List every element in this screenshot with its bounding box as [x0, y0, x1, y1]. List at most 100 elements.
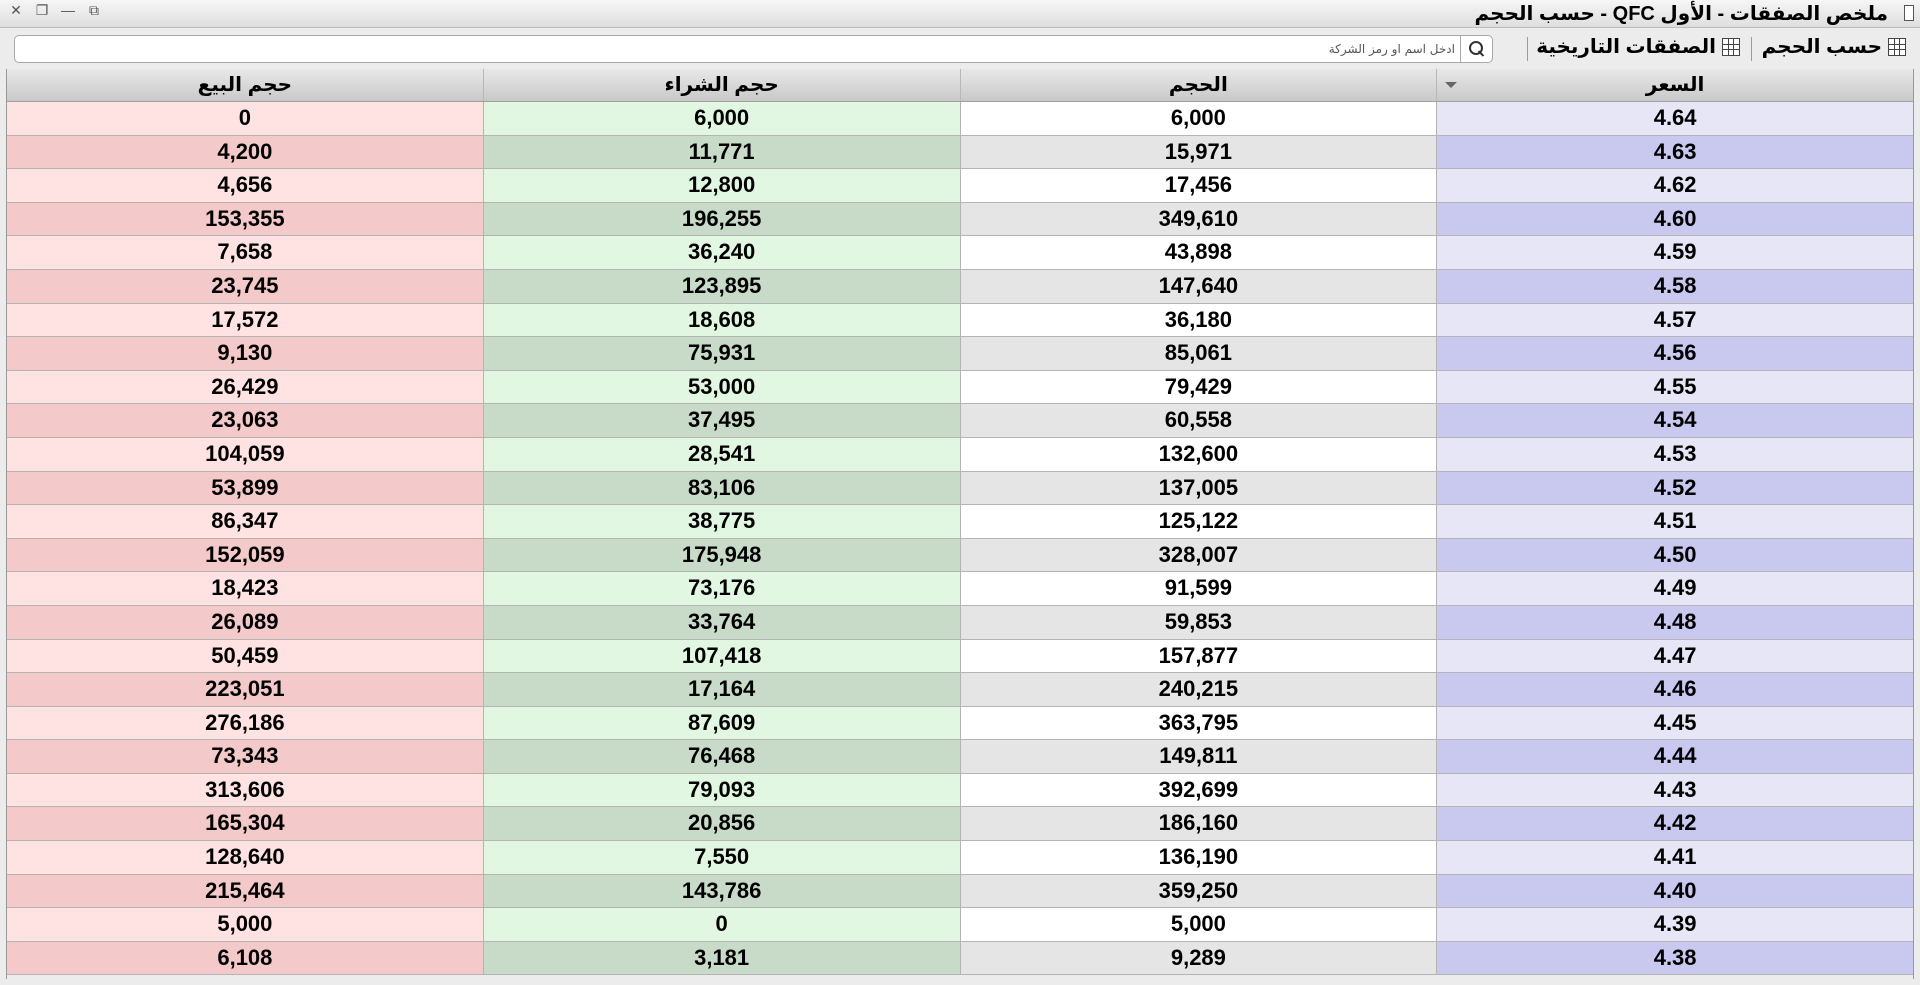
cell-sell-volume: 153,355	[7, 202, 483, 236]
cell-volume: 132,600	[959, 437, 1437, 471]
cell-price: 4.59	[1436, 236, 1913, 269]
title-bar: ✕ ❐ — ⧉ ملخص الصفقات - الأول QFC - حسب ا…	[0, 0, 1920, 28]
cell-buy-volume: 11,771	[482, 135, 960, 169]
cell-sell-volume: 9,130	[7, 337, 483, 370]
cell-volume: 9,289	[959, 941, 1437, 975]
cell-price: 4.43	[1436, 773, 1913, 807]
cell-buy-volume: 79,093	[482, 773, 960, 807]
popout-icon[interactable]: ⧉	[86, 1, 102, 19]
table-row[interactable]: 4.58 147,640 123,895 23,745	[7, 269, 1913, 304]
by-volume-button[interactable]: حسب الحجم	[1762, 34, 1906, 59]
table-row[interactable]: 4.57 36,180 18,608 17,572	[7, 303, 1913, 338]
minimize-icon[interactable]: —	[60, 1, 76, 19]
cell-price: 4.57	[1436, 303, 1913, 337]
grid-icon	[1888, 37, 1906, 56]
by-volume-label: حسب الحجم	[1761, 36, 1882, 58]
cell-buy-volume: 7,550	[482, 841, 960, 874]
cell-volume: 60,558	[959, 404, 1437, 437]
cell-sell-volume: 26,089	[7, 605, 483, 639]
table-row[interactable]: 4.49 91,599 73,176 18,423	[7, 572, 1913, 606]
cell-price: 4.60	[1436, 202, 1913, 236]
column-header-price[interactable]: السعر	[1436, 69, 1913, 101]
cell-buy-volume: 37,495	[482, 404, 960, 437]
cell-buy-volume: 36,240	[482, 236, 960, 269]
table-row[interactable]: 4.50 328,007 175,948 152,059	[7, 538, 1913, 573]
cell-price: 4.53	[1436, 437, 1913, 471]
table-row[interactable]: 4.41 136,190 7,550 128,640	[7, 841, 1913, 875]
close-icon[interactable]: ✕	[8, 1, 24, 19]
cell-price: 4.40	[1436, 874, 1913, 908]
cell-sell-volume: 26,429	[7, 370, 483, 404]
table-row[interactable]: 4.53 132,600 28,541 104,059	[7, 437, 1913, 472]
cell-buy-volume: 28,541	[482, 437, 960, 471]
cell-sell-volume: 276,186	[7, 706, 483, 740]
table-row[interactable]: 4.55 79,429 53,000 26,429	[7, 370, 1913, 405]
table-row[interactable]: 4.59 43,898 36,240 7,658	[7, 236, 1913, 270]
cell-price: 4.51	[1436, 505, 1913, 538]
cell-buy-volume: 123,895	[482, 269, 960, 303]
table-row[interactable]: 4.52 137,005 83,106 53,899	[7, 471, 1913, 506]
search-input[interactable]	[19, 38, 1455, 60]
table-row[interactable]: 4.48 59,853 33,764 26,089	[7, 605, 1913, 640]
cell-sell-volume: 23,063	[7, 404, 483, 437]
cell-price: 4.46	[1436, 673, 1913, 706]
table-row[interactable]: 4.40 359,250 143,786 215,464	[7, 874, 1913, 909]
cell-buy-volume: 0	[482, 908, 960, 941]
table-row[interactable]: 4.60 349,610 196,255 153,355	[7, 202, 1913, 237]
sort-descending-icon	[1445, 82, 1458, 88]
table-row[interactable]: 4.42 186,160 20,856 165,304	[7, 807, 1913, 842]
cell-sell-volume: 5,000	[7, 908, 483, 941]
cell-buy-volume: 73,176	[482, 572, 960, 605]
cell-sell-volume: 73,343	[7, 740, 483, 773]
table-row[interactable]: 4.47 157,877 107,418 50,459	[7, 639, 1913, 674]
table-row[interactable]: 4.63 15,971 11,771 4,200	[7, 135, 1913, 170]
table-row[interactable]: 4.45 363,795 87,609 276,186	[7, 706, 1913, 741]
cell-price: 4.44	[1436, 740, 1913, 773]
cell-sell-volume: 50,459	[7, 639, 483, 673]
cell-buy-volume: 12,800	[482, 169, 960, 202]
column-header-buy-volume[interactable]: حجم الشراء	[482, 69, 960, 101]
restore-icon[interactable]: ❐	[34, 1, 50, 19]
cell-sell-volume: 23,745	[7, 269, 483, 303]
window-menu-icon[interactable]	[1904, 5, 1914, 21]
cell-buy-volume: 38,775	[482, 505, 960, 538]
table-row[interactable]: 4.43 392,699 79,093 313,606	[7, 773, 1913, 808]
cell-volume: 15,971	[959, 135, 1437, 169]
cell-volume: 91,599	[959, 572, 1437, 605]
cell-sell-volume: 17,572	[7, 303, 483, 337]
table-row[interactable]: 4.46 240,215 17,164 223,051	[7, 673, 1913, 707]
cell-buy-volume: 20,856	[482, 807, 960, 841]
cell-sell-volume: 18,423	[7, 572, 483, 605]
table-row[interactable]: 4.38 9,289 3,181 6,108	[7, 941, 1913, 976]
cell-buy-volume: 143,786	[482, 874, 960, 908]
cell-buy-volume: 18,608	[482, 303, 960, 337]
column-header-volume[interactable]: الحجم	[959, 69, 1437, 101]
cell-sell-volume: 223,051	[7, 673, 483, 706]
table-row[interactable]: 4.64 6,000 6,000 0	[7, 102, 1913, 136]
cell-price: 4.45	[1436, 706, 1913, 740]
search-icon	[1468, 41, 1485, 57]
cell-volume: 147,640	[959, 269, 1437, 303]
cell-volume: 240,215	[959, 673, 1437, 706]
cell-buy-volume: 3,181	[482, 941, 960, 975]
cell-volume: 328,007	[959, 538, 1437, 572]
cell-volume: 149,811	[959, 740, 1437, 773]
table-row[interactable]: 4.54 60,558 37,495 23,063	[7, 404, 1913, 438]
cell-volume: 349,610	[959, 202, 1437, 236]
table-row[interactable]: 4.39 5,000 0 5,000	[7, 908, 1913, 942]
toolbar-divider	[1527, 37, 1528, 61]
cell-price: 4.54	[1436, 404, 1913, 437]
table-row[interactable]: 4.56 85,061 75,931 9,130	[7, 337, 1913, 371]
table-row[interactable]: 4.62 17,456 12,800 4,656	[7, 169, 1913, 203]
table-row[interactable]: 4.44 149,811 76,468 73,343	[7, 740, 1913, 774]
cell-buy-volume: 76,468	[482, 740, 960, 773]
cell-price: 4.62	[1436, 169, 1913, 202]
column-header-sell-volume[interactable]: حجم البيع	[7, 69, 483, 101]
search-button[interactable]	[1460, 36, 1492, 62]
cell-volume: 43,898	[959, 236, 1437, 269]
cell-price: 4.39	[1436, 908, 1913, 941]
historical-trades-button[interactable]: الصفقات التاريخية	[1536, 34, 1740, 59]
cell-volume: 157,877	[959, 639, 1437, 673]
table-row[interactable]: 4.51 125,122 38,775 86,347	[7, 505, 1913, 539]
cell-price: 4.50	[1436, 538, 1913, 572]
